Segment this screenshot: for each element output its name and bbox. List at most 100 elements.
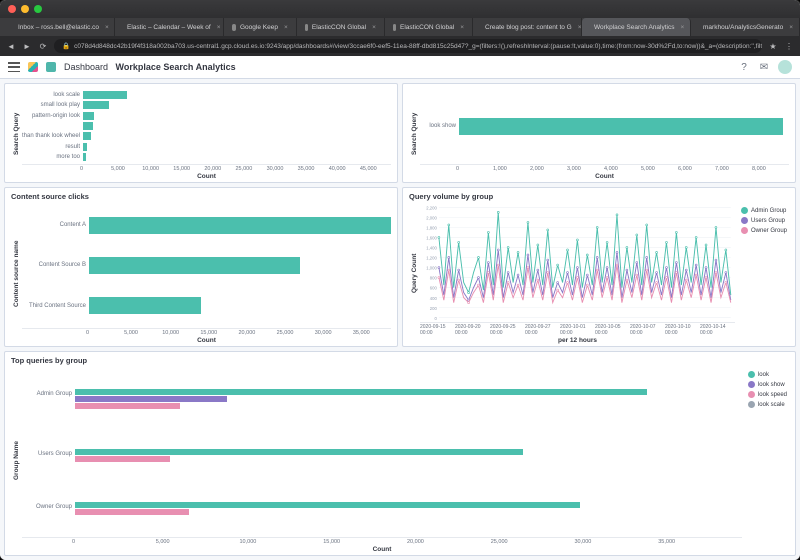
chart-bar[interactable] [75, 456, 170, 462]
legend-item[interactable]: Users Group [741, 217, 787, 224]
close-tab-icon[interactable]: × [284, 24, 288, 31]
browser-tab[interactable]: Inbox – ross.bell@elastic.co× [6, 18, 115, 36]
chart-bar[interactable] [83, 153, 86, 161]
x-tick: 0 [80, 166, 111, 172]
legend-item[interactable]: look show [748, 381, 787, 388]
x-tick: 25,000 [235, 166, 266, 172]
chart-bar[interactable] [89, 297, 201, 314]
svg-text:1,400: 1,400 [426, 246, 437, 251]
browser-tab[interactable]: Google Keep× [224, 18, 297, 36]
line-chart: 02004006008001,0001,2001,4001,6001,8002,… [420, 203, 735, 322]
bar-label: look show [420, 123, 456, 129]
browser-tab[interactable]: Create blog post: content to G× [473, 18, 582, 36]
x-axis-ticks: 05,00010,00015,00020,00025,00030,00035,0… [22, 164, 391, 172]
close-tab-icon[interactable]: × [680, 24, 684, 31]
tab-label: markhou/AnalyticsGenerato [703, 24, 783, 31]
menu-icon[interactable]: ⋮ [784, 41, 794, 51]
dashboard-app-icon[interactable] [46, 62, 56, 72]
legend-item[interactable]: Admin Group [741, 207, 787, 214]
x-tick: 2020-10-01 00:00 [560, 324, 595, 336]
browser-tab[interactable]: Workplace Search Analytics × [582, 18, 691, 36]
browser-tab[interactable]: ElasticCON Global× [385, 18, 473, 36]
chart-bar[interactable] [83, 143, 87, 151]
browser-tab[interactable]: ElasticCON Global× [297, 18, 385, 36]
chart-bar[interactable] [89, 257, 300, 274]
svg-text:1,000: 1,000 [426, 266, 437, 271]
chart-bar[interactable] [83, 91, 127, 99]
y-axis-label: Search Query [11, 88, 22, 180]
chart-bar[interactable] [83, 122, 93, 130]
legend-item[interactable]: Owner Group [741, 227, 787, 234]
browser-tabstrip: Inbox – ross.bell@elastic.co×Elastic – C… [0, 18, 800, 36]
chart-bar[interactable] [75, 396, 227, 402]
x-tick: 2020-10-05 00:00 [595, 324, 630, 336]
close-tab-icon[interactable]: × [578, 24, 582, 31]
svg-text:400: 400 [430, 296, 438, 301]
tab-label: Elastic – Calendar – Week of [127, 24, 211, 31]
chart-bar[interactable] [75, 509, 189, 515]
legend-item[interactable]: look [748, 371, 787, 378]
x-tick: 6,000 [678, 166, 715, 172]
x-axis-label: Count [22, 546, 742, 553]
newsfeed-icon[interactable]: ✉ [758, 61, 770, 73]
tab-label: Workplace Search Analytics [594, 24, 674, 31]
reload-icon[interactable]: ⟳ [38, 41, 48, 51]
x-tick: 4,000 [604, 166, 641, 172]
address-bar[interactable]: 🔒 c078d4d848dc42b19f4f318a002ba703.us-ce… [54, 39, 762, 53]
legend-label: Owner Group [751, 228, 787, 234]
x-tick: 2020-10-07 00:00 [630, 324, 665, 336]
bar-label: result [22, 144, 80, 150]
close-window-icon[interactable] [8, 5, 16, 13]
bar-label: Third Content Source [22, 303, 86, 309]
chart-bar[interactable] [75, 389, 647, 395]
help-icon[interactable]: ? [738, 61, 750, 73]
chart-bar[interactable] [459, 118, 783, 135]
x-tick: 35,000 [353, 330, 391, 336]
x-tick: 20,000 [204, 166, 235, 172]
x-tick: 40,000 [329, 166, 360, 172]
extensions-icon[interactable]: ★ [768, 41, 778, 51]
close-tab-icon[interactable]: × [460, 24, 464, 31]
x-axis-ticks: 05,00010,00015,00020,00025,00030,00035,0… [22, 328, 391, 336]
browser-toolbar: ◄ ► ⟳ 🔒 c078d4d848dc42b19f4f318a002ba703… [0, 36, 800, 56]
svg-text:1,800: 1,800 [426, 225, 437, 230]
nav-menu-icon[interactable] [8, 62, 20, 72]
browser-window: Inbox – ross.bell@elastic.co×Elastic – C… [0, 0, 800, 560]
chart-legend: look look show look speed look scale [742, 367, 789, 553]
breadcrumb-title[interactable]: Workplace Search Analytics [116, 62, 236, 72]
bar-label: Owner Group [22, 498, 72, 510]
x-tick: 30,000 [267, 166, 298, 172]
forward-icon[interactable]: ► [22, 41, 32, 51]
elastic-logo-icon[interactable] [28, 62, 38, 72]
maximize-window-icon[interactable] [34, 5, 42, 13]
chart-bar[interactable] [75, 502, 580, 508]
close-tab-icon[interactable]: × [105, 24, 109, 31]
panel-query-volume-by-group: Query volume by group Query Count 020040… [402, 187, 796, 347]
chart-bar[interactable] [83, 132, 91, 140]
avatar[interactable] [778, 60, 792, 74]
x-tick: 35,000 [658, 539, 742, 545]
svg-text:2,200: 2,200 [426, 205, 437, 210]
back-icon[interactable]: ◄ [6, 41, 16, 51]
chart-bar[interactable] [75, 403, 180, 409]
minimize-window-icon[interactable] [21, 5, 29, 13]
close-tab-icon[interactable]: × [789, 24, 793, 31]
legend-item[interactable]: look scale [748, 401, 787, 408]
legend-label: look scale [758, 402, 785, 408]
x-tick: 1,000 [493, 166, 530, 172]
x-tick: 2020-09-15 00:00 [420, 324, 455, 336]
close-tab-icon[interactable]: × [372, 24, 376, 31]
x-tick: 10,000 [240, 539, 324, 545]
chart-bar[interactable] [89, 217, 391, 234]
browser-tab[interactable]: markhou/AnalyticsGenerato × [691, 18, 800, 36]
close-tab-icon[interactable]: × [217, 24, 221, 31]
breadcrumb-dashboard[interactable]: Dashboard [64, 62, 108, 72]
chart-bar[interactable] [83, 112, 94, 120]
browser-tab[interactable]: Elastic – Calendar – Week of × [115, 18, 224, 36]
chart-bar[interactable] [83, 101, 109, 109]
legend-item[interactable]: look speed [748, 391, 787, 398]
x-tick: 7,000 [715, 166, 752, 172]
x-tick: 35,000 [298, 166, 329, 172]
chart-bar[interactable] [75, 449, 523, 455]
svg-text:0: 0 [434, 316, 437, 321]
